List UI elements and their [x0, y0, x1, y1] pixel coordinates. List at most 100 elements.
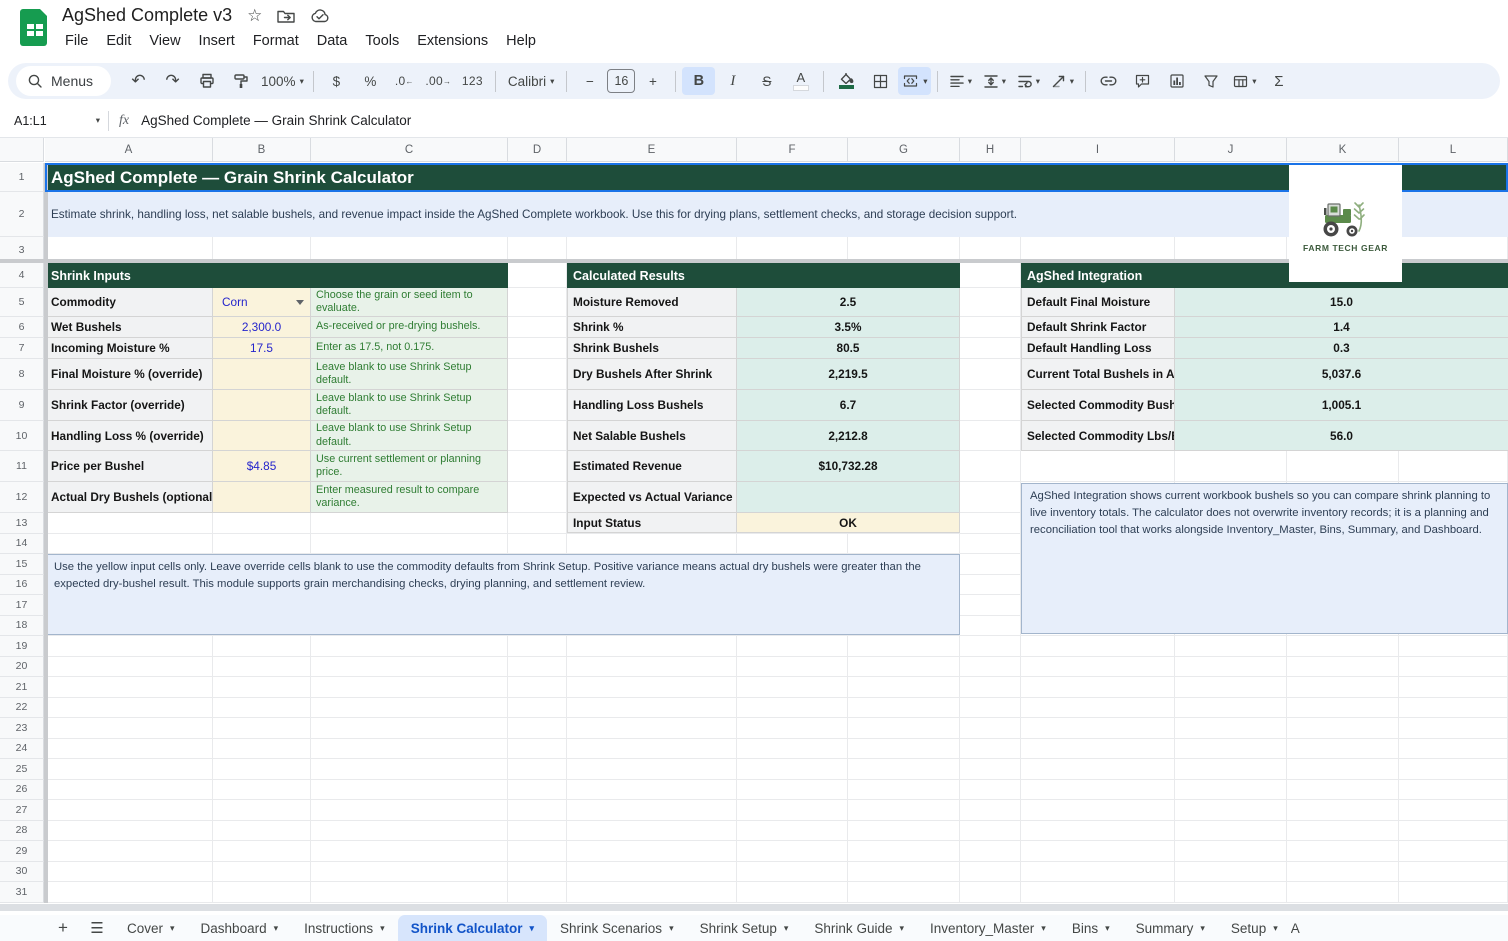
- row-header-18[interactable]: 18: [0, 616, 44, 637]
- integration-value-default-shrink-factor[interactable]: 1.4: [1175, 317, 1508, 338]
- input-value-wet-bushels[interactable]: 2,300.0: [213, 317, 311, 338]
- usage-note-box[interactable]: Use the yellow input cells only. Leave o…: [45, 554, 960, 635]
- print-button[interactable]: [190, 67, 223, 95]
- document-title[interactable]: AgShed Complete v3: [62, 5, 232, 26]
- row-header-27[interactable]: 27: [0, 800, 44, 821]
- cloud-saved-icon[interactable]: [310, 9, 330, 23]
- undo-button[interactable]: ↶: [122, 67, 155, 95]
- input-value-final-moisture[interactable]: [213, 359, 311, 390]
- menu-extensions[interactable]: Extensions: [408, 30, 497, 52]
- formula-input[interactable]: AgShed Complete — Grain Shrink Calculato…: [141, 113, 411, 128]
- integration-value-selected-commodity-lbs[interactable]: 56.0: [1175, 421, 1508, 451]
- integration-label-selected-commodity-bushels[interactable]: Selected Commodity Bushels: [1021, 390, 1175, 421]
- menu-data[interactable]: Data: [308, 30, 357, 52]
- input-value-incoming-moisture[interactable]: 17.5: [213, 338, 311, 359]
- borders-button[interactable]: [864, 67, 897, 95]
- row-header-4[interactable]: 4: [0, 263, 44, 288]
- move-folder-icon[interactable]: [277, 9, 295, 23]
- result-value-estimated-revenue[interactable]: $10,732.28: [737, 451, 960, 482]
- sheets-app-icon[interactable]: [20, 9, 50, 47]
- input-value-price-per-bushel[interactable]: $4.85: [213, 451, 311, 482]
- sheet-tab-cover[interactable]: Cover▾: [114, 915, 188, 941]
- row-header-20[interactable]: 20: [0, 657, 44, 678]
- insert-chart-button[interactable]: [1160, 67, 1193, 95]
- menu-help[interactable]: Help: [497, 30, 545, 52]
- input-note-price-per-bushel[interactable]: Use current settlement or planning price…: [311, 451, 508, 482]
- result-value-variance[interactable]: [737, 482, 960, 513]
- farm-tech-gear-logo[interactable]: FARM TECH GEAR: [1289, 165, 1402, 282]
- column-header-c[interactable]: C: [311, 138, 508, 162]
- integration-label-default-final-moisture[interactable]: Default Final Moisture: [1021, 288, 1175, 317]
- row-header-29[interactable]: 29: [0, 841, 44, 862]
- more-formats-button[interactable]: 123: [456, 67, 489, 95]
- result-value-handling-loss-bushels[interactable]: 6.7: [737, 390, 960, 421]
- row-header-19[interactable]: 19: [0, 636, 44, 657]
- row-header-9[interactable]: 9: [0, 390, 44, 421]
- input-note-incoming-moisture[interactable]: Enter as 17.5, not 0.175.: [311, 338, 508, 359]
- sheet-tab-bins[interactable]: Bins▾: [1059, 915, 1123, 941]
- italic-button[interactable]: I: [716, 67, 749, 95]
- result-label-shrink-percent[interactable]: Shrink %: [567, 317, 737, 338]
- table-views-button[interactable]: ▾: [1228, 67, 1261, 95]
- horizontal-scrollbar[interactable]: [0, 904, 1508, 911]
- row-header-6[interactable]: 6: [0, 317, 44, 338]
- row-header-28[interactable]: 28: [0, 821, 44, 842]
- result-label-moisture-removed[interactable]: Moisture Removed: [567, 288, 737, 317]
- sheet-tab-shrink-setup[interactable]: Shrink Setup▾: [687, 915, 802, 941]
- name-box[interactable]: A1:L1 ▾: [0, 114, 100, 128]
- sheet-tab-overflow[interactable]: A: [1291, 921, 1301, 936]
- row-header-12[interactable]: 12: [0, 482, 44, 513]
- menu-edit[interactable]: Edit: [97, 30, 140, 52]
- chevron-down-icon[interactable]: ▾: [1105, 924, 1110, 933]
- result-value-net-salable-bushels[interactable]: 2,212.8: [737, 421, 960, 451]
- column-header-e[interactable]: E: [567, 138, 737, 162]
- format-currency-button[interactable]: $: [320, 67, 353, 95]
- sheet-tab-shrink-calculator[interactable]: Shrink Calculator▾: [398, 915, 547, 941]
- column-header-g[interactable]: G: [848, 138, 960, 162]
- row-header-26[interactable]: 26: [0, 780, 44, 801]
- input-note-handling-loss[interactable]: Leave blank to use Shrink Setup default.: [311, 421, 508, 451]
- chevron-down-icon[interactable]: ▾: [1041, 924, 1046, 933]
- chevron-down-icon[interactable]: ▾: [669, 924, 674, 933]
- menu-file[interactable]: File: [56, 30, 97, 52]
- merge-cells-button[interactable]: ▾: [898, 67, 931, 95]
- row-header-8[interactable]: 8: [0, 359, 44, 390]
- sheet-tab-shrink-scenarios[interactable]: Shrink Scenarios▾: [547, 915, 687, 941]
- sheet-tab-inventory-master[interactable]: Inventory_Master▾: [917, 915, 1059, 941]
- row-header-23[interactable]: 23: [0, 718, 44, 739]
- input-value-shrink-factor[interactable]: [213, 390, 311, 421]
- input-value-actual-dry-bushels[interactable]: [213, 482, 311, 513]
- functions-button[interactable]: Σ: [1262, 67, 1295, 95]
- strikethrough-button[interactable]: S: [750, 67, 783, 95]
- column-header-h[interactable]: H: [960, 138, 1021, 162]
- integration-value-default-final-moisture[interactable]: 15.0: [1175, 288, 1508, 317]
- dropdown-caret-icon[interactable]: [296, 300, 304, 305]
- column-header-f[interactable]: F: [737, 138, 848, 162]
- insert-link-button[interactable]: [1092, 67, 1125, 95]
- create-filter-button[interactable]: [1194, 67, 1227, 95]
- column-header-k[interactable]: K: [1287, 138, 1399, 162]
- chevron-down-icon[interactable]: ▾: [529, 924, 534, 933]
- decrease-font-size-button[interactable]: −: [573, 67, 606, 95]
- integration-value-current-total-bushels[interactable]: 5,037.6: [1175, 359, 1508, 390]
- agshed-integration-header[interactable]: AgShed Integration: [1021, 263, 1508, 288]
- sheet-tab-setup[interactable]: Setup▾: [1218, 915, 1291, 941]
- add-sheet-button[interactable]: +: [46, 918, 80, 938]
- row-header-31[interactable]: 31: [0, 882, 44, 903]
- result-label-dry-bushels[interactable]: Dry Bushels After Shrink: [567, 359, 737, 390]
- menu-insert[interactable]: Insert: [190, 30, 244, 52]
- increase-font-size-button[interactable]: +: [636, 67, 669, 95]
- row-header-1[interactable]: 1: [0, 163, 44, 192]
- menu-tools[interactable]: Tools: [356, 30, 408, 52]
- select-all-corner[interactable]: [0, 138, 44, 162]
- fill-color-button[interactable]: [830, 67, 863, 95]
- chevron-down-icon[interactable]: ▾: [784, 924, 789, 933]
- result-label-variance[interactable]: Expected vs Actual Variance: [567, 482, 737, 513]
- column-header-d[interactable]: D: [508, 138, 567, 162]
- input-label-shrink-factor[interactable]: Shrink Factor (override): [45, 390, 213, 421]
- row-header-10[interactable]: 10: [0, 421, 44, 451]
- star-icon[interactable]: ☆: [247, 7, 262, 24]
- input-label-incoming-moisture[interactable]: Incoming Moisture %: [45, 338, 213, 359]
- integration-value-selected-commodity-bushels[interactable]: 1,005.1: [1175, 390, 1508, 421]
- vertical-align-button[interactable]: ▾: [978, 67, 1011, 95]
